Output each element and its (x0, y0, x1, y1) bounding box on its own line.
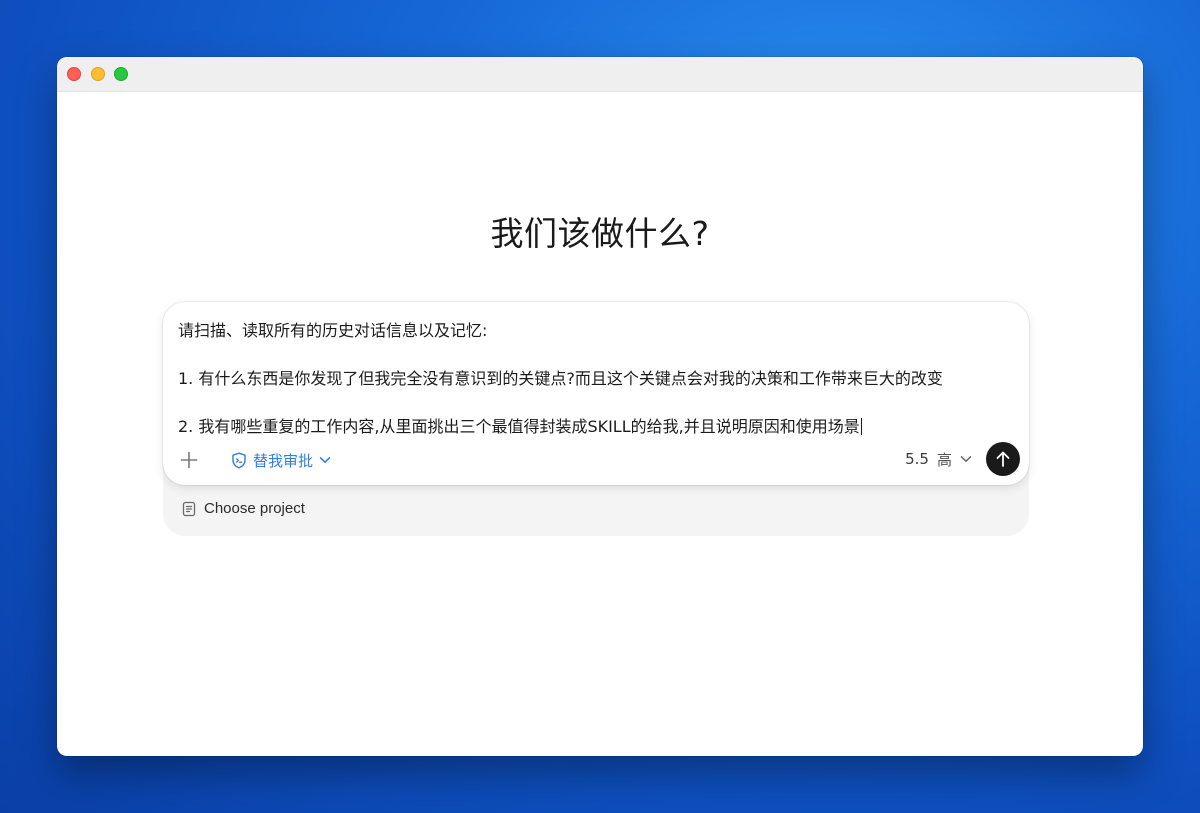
send-button[interactable] (986, 442, 1020, 476)
chevron-down-icon (960, 455, 972, 463)
plus-icon (180, 451, 198, 469)
add-attachment-button[interactable] (177, 448, 201, 472)
app-window: 我们该做什么? 请扫描、读取所有的历史对话信息以及记忆: 1. 有什么东西是你发… (57, 57, 1143, 756)
document-icon (182, 501, 196, 517)
approval-mode-dropdown[interactable]: 替我审批 (231, 450, 331, 471)
composer-toolbar-right: 5.5 高 (905, 442, 1020, 476)
prompt-line: 2. 我有哪些重复的工作内容,从里面挑出三个最值得封装成SKILL的给我,并且说… (178, 417, 860, 436)
prompt-line: 1. 有什么东西是你发现了但我完全没有意识到的关键点?而且这个关键点会对我的决策… (178, 369, 943, 388)
prompt-line: 请扫描、读取所有的历史对话信息以及记忆: (178, 321, 488, 340)
text-caret (860, 418, 862, 435)
title-bar (57, 57, 1143, 92)
prompt-text[interactable]: 请扫描、读取所有的历史对话信息以及记忆: 1. 有什么东西是你发现了但我完全没有… (178, 319, 1018, 439)
maximize-window-button[interactable] (114, 67, 128, 81)
composer-input[interactable]: 请扫描、读取所有的历史对话信息以及记忆: 1. 有什么东西是你发现了但我完全没有… (163, 302, 1029, 485)
choose-project-button[interactable]: Choose project (182, 500, 305, 517)
shield-icon (231, 452, 247, 469)
model-selector[interactable]: 5.5 高 (905, 449, 972, 470)
arrow-up-icon (995, 450, 1011, 468)
reasoning-effort: 高 (936, 450, 952, 469)
approval-mode-label: 替我审批 (253, 451, 314, 470)
page-title: 我们该做什么? (490, 214, 710, 253)
close-window-button[interactable] (67, 67, 81, 81)
chevron-down-icon (319, 456, 331, 464)
composer-toolbar-left: 替我审批 (177, 448, 331, 472)
composer-container: 请扫描、读取所有的历史对话信息以及记忆: 1. 有什么东西是你发现了但我完全没有… (163, 302, 1029, 536)
minimize-window-button[interactable] (91, 67, 105, 81)
model-version: 5.5 (905, 450, 929, 468)
choose-project-label: Choose project (204, 500, 305, 517)
